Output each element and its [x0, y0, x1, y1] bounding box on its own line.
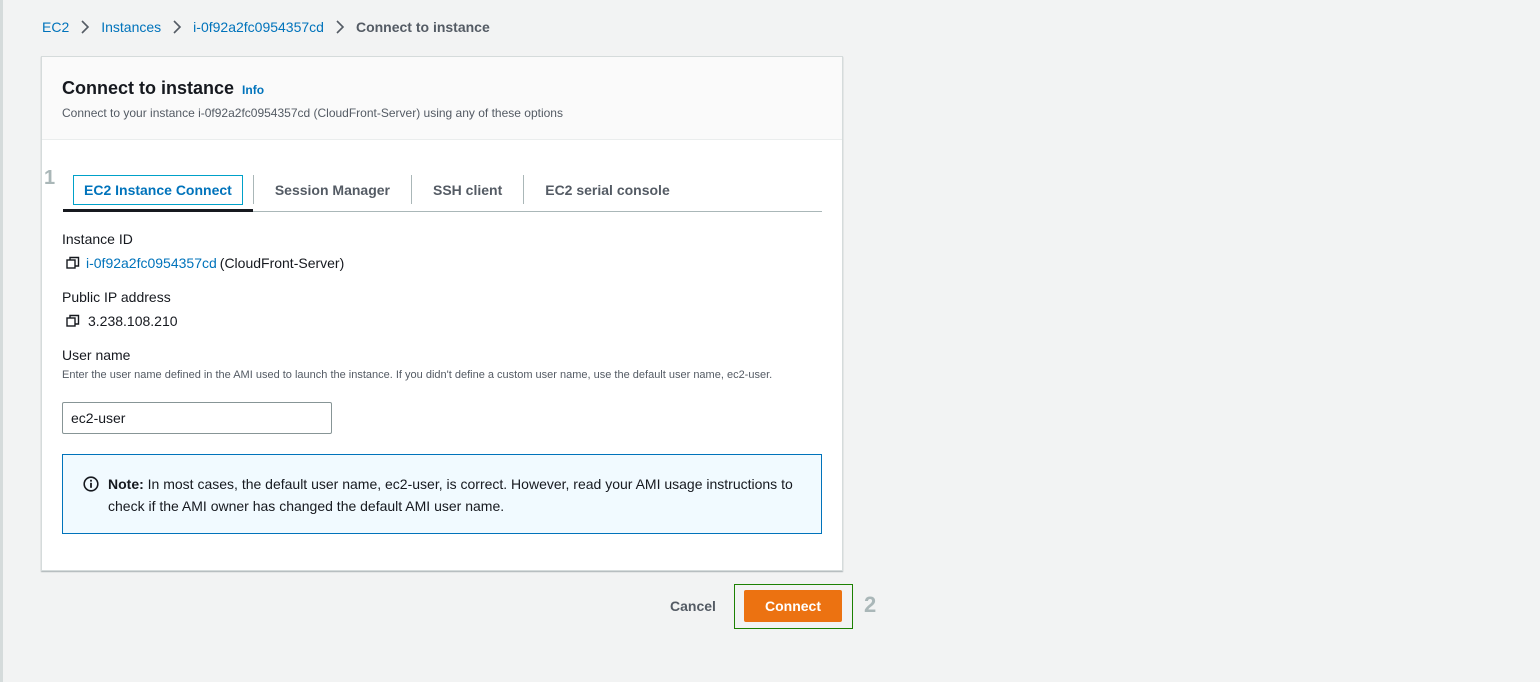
note-alert: Note: In most cases, the default user na…	[62, 454, 822, 534]
panel-description: Connect to your instance i-0f92a2fc09543…	[62, 106, 563, 120]
connect-panel: Connect to instance Info Connect to your…	[41, 56, 843, 571]
connection-tabs: EC2 Instance Connect Session Manager SSH…	[63, 168, 822, 212]
note-text: Note: In most cases, the default user na…	[108, 473, 801, 533]
note-body: In most cases, the default user name, ec…	[108, 476, 793, 514]
copy-icon[interactable]	[66, 314, 80, 328]
note-bold: Note:	[108, 476, 144, 492]
info-circle-icon	[83, 476, 99, 492]
tab-label: EC2 Instance Connect	[73, 174, 243, 205]
chevron-right-icon	[324, 20, 356, 34]
user-name-input[interactable]	[62, 402, 332, 434]
instance-name: (CloudFront-Server)	[219, 255, 345, 271]
breadcrumb-instances[interactable]: Instances	[101, 19, 161, 35]
tab-label: Session Manager	[274, 181, 390, 198]
copy-icon[interactable]	[66, 256, 80, 270]
breadcrumb-instance-id[interactable]: i-0f92a2fc0954357cd	[193, 19, 324, 35]
user-name-label: User name	[62, 347, 131, 363]
step-annotation-2: 2	[864, 592, 877, 617]
page-title: Connect to instance	[62, 78, 235, 98]
public-ip-text: 3.238.108.210	[88, 313, 178, 329]
tab-ssh-client[interactable]: SSH client	[412, 168, 523, 211]
tab-session-manager[interactable]: Session Manager	[254, 168, 411, 211]
cancel-button[interactable]: Cancel	[656, 590, 730, 622]
panel-header: Connect to instance Info Connect to your…	[42, 57, 842, 140]
step-annotation-1: 1	[44, 167, 56, 189]
info-link[interactable]: Info	[242, 83, 264, 97]
connect-button[interactable]: Connect	[744, 590, 842, 622]
page-left-border	[0, 0, 3, 682]
tab-label: SSH client	[432, 181, 503, 198]
tab-ec2-serial-console[interactable]: EC2 serial console	[524, 168, 691, 211]
tab-ec2-instance-connect[interactable]: EC2 Instance Connect	[63, 168, 253, 212]
chevron-right-icon	[161, 20, 193, 34]
chevron-right-icon	[69, 20, 101, 34]
instance-id-link[interactable]: i-0f92a2fc0954357cd	[86, 255, 217, 271]
breadcrumb-ec2[interactable]: EC2	[42, 19, 69, 35]
breadcrumb-current: Connect to instance	[355, 19, 490, 35]
public-ip-value: 3.238.108.210	[66, 313, 178, 329]
instance-id-label: Instance ID	[62, 231, 133, 247]
tab-label: EC2 serial console	[545, 181, 670, 198]
breadcrumb: EC2 Instances i-0f92a2fc0954357cd Connec…	[42, 19, 490, 35]
instance-id-value: i-0f92a2fc0954357cd (CloudFront-Server)	[66, 255, 344, 271]
user-name-help: Enter the user name defined in the AMI u…	[62, 369, 773, 381]
public-ip-label: Public IP address	[62, 289, 171, 305]
